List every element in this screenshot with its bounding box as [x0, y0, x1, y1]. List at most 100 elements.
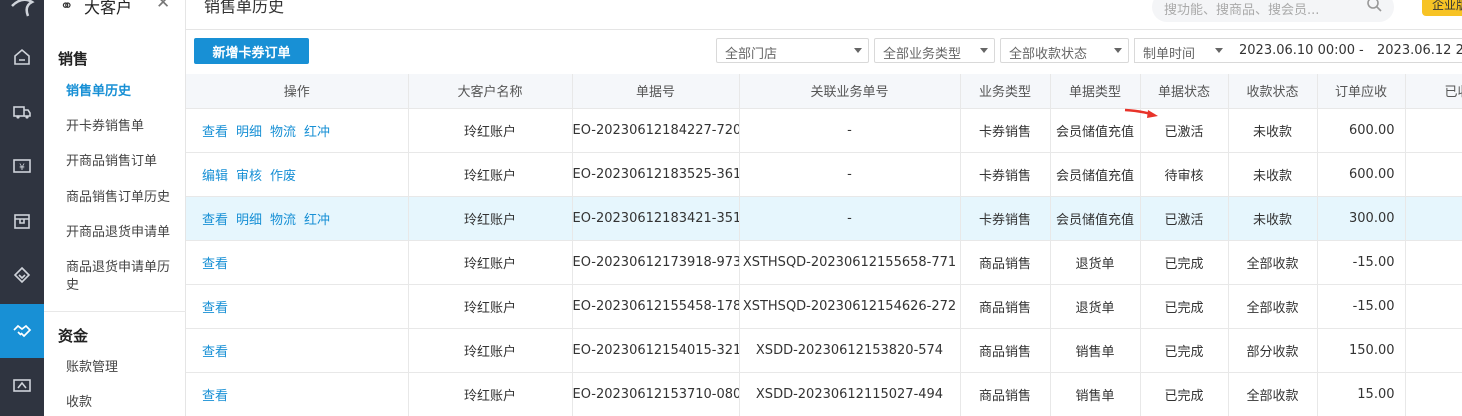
op-link[interactable]: 编辑: [202, 169, 228, 184]
table-row[interactable]: 查看 明细 物流 红冲 玲红账户 EO-20230612183421-351- 卡券销售 会员…: [186, 196, 1462, 241]
ticket-icon[interactable]: [0, 358, 44, 412]
page-title: 销售单历史: [204, 0, 285, 16]
cell-doc-no[interactable]: EO-20230612155458-178: [572, 284, 740, 329]
cell-received: 0.00: [1405, 152, 1462, 197]
cell-receivable: 150.00: [1317, 328, 1406, 373]
sidebar-item-sales-history[interactable]: 销售单历史: [66, 83, 178, 101]
biz-type-select[interactable]: 全部业务类型: [874, 38, 995, 63]
sidebar-item-card-sales[interactable]: 开卡券销售单: [66, 118, 178, 136]
date-from[interactable]: 2023.06.10 00:00: [1239, 43, 1355, 58]
col-header-receivable: 订单应收: [1317, 74, 1406, 109]
cell-doc-no[interactable]: EO-20230612183525-361: [572, 152, 740, 197]
sidebar-item-return-history[interactable]: 商品退货申请单历史: [66, 259, 178, 295]
close-icon[interactable]: ✕: [156, 0, 170, 13]
cell-collect: 未收款: [1228, 152, 1318, 197]
col-header-doc-no[interactable]: 单据号: [572, 74, 740, 109]
op-link[interactable]: 物流: [270, 213, 296, 228]
cell-related: XSTHSQD-20230612155658-771: [739, 240, 961, 285]
cell-doc-no[interactable]: EO-20230612184227-720: [572, 108, 740, 153]
op-link[interactable]: 红冲: [304, 125, 330, 140]
col-header-customer: 大客户名称: [408, 74, 573, 109]
op-link[interactable]: 查看: [202, 125, 228, 140]
table-row[interactable]: 编辑 审核 作废 玲红账户 EO-20230612183525-361- 卡券销售 会员储值…: [186, 152, 1462, 197]
cell-biz-type: 商品销售: [960, 372, 1051, 416]
date-range-picker[interactable]: 制单时间 2023.06.10 00:00 - 2023.06.12 23:59: [1134, 38, 1462, 63]
cell-receivable: 600.00: [1317, 152, 1406, 197]
store-select[interactable]: 全部门店: [716, 38, 869, 63]
sidebar-title: 大客户: [84, 0, 133, 17]
diamond-icon[interactable]: [0, 248, 44, 302]
cell-customer: 玲红账户: [408, 152, 573, 197]
handshake-icon: ⚭: [60, 0, 74, 15]
date-separator: -: [1359, 43, 1364, 58]
cell-doc-no[interactable]: EO-20230612173918-973: [572, 240, 740, 285]
home-icon[interactable]: [0, 30, 44, 84]
search-icon[interactable]: [1366, 0, 1382, 12]
cash-icon[interactable]: ¥: [0, 139, 44, 193]
date-type-label[interactable]: 制单时间: [1143, 43, 1195, 62]
cell-status: 已完成: [1140, 328, 1229, 373]
table-row[interactable]: 查看 玲红账户 EO-20230612173918-973 XSTHSQD-20230…: [186, 240, 1462, 285]
op-link[interactable]: 查看: [202, 301, 228, 316]
cell-biz-type: 卡券销售: [960, 108, 1051, 153]
cell-received: 0.00: [1405, 108, 1462, 153]
table-row[interactable]: 查看 玲红账户 EO-20230612153710-080 XSDD-20230612…: [186, 372, 1462, 416]
cell-ops: 编辑 审核 作废: [186, 152, 409, 197]
cell-related: XSTHSQD-20230612154626-272: [739, 284, 961, 329]
table-row[interactable]: 查看 玲红账户 EO-20230612154015-321 XSDD-20230612…: [186, 328, 1462, 373]
table-header-row: 操作 大客户名称 单据号 关联业务单号 业务类型 单据类型 单据状态 收款状态 …: [186, 74, 1462, 109]
table-row[interactable]: 查看 明细 物流 红冲 玲红账户 EO-20230612184227-720- 卡券销售 会员…: [186, 108, 1462, 153]
op-link[interactable]: 明细: [236, 125, 262, 140]
collect-status-select[interactable]: 全部收款状态: [1000, 38, 1129, 63]
sidebar-group-funds: 资金: [58, 327, 89, 345]
table-row[interactable]: 查看 玲红账户 EO-20230612155458-178 XSTHSQD-20230…: [186, 284, 1462, 329]
op-link[interactable]: 查看: [202, 257, 228, 272]
cell-received: -15.00: [1405, 284, 1462, 329]
sidebar-item-collect[interactable]: 收款: [66, 394, 178, 412]
cell-collect: 全部收款: [1228, 372, 1318, 416]
chevron-down-icon: [854, 48, 862, 53]
op-link[interactable]: 审核: [236, 169, 262, 184]
enterprise-label: 企业版: [1432, 0, 1462, 12]
cell-status: 已完成: [1140, 372, 1229, 416]
cell-customer: 玲红账户: [408, 372, 573, 416]
cell-biz-type: 商品销售: [960, 284, 1051, 329]
op-link[interactable]: 明细: [236, 213, 262, 228]
handshake-icon[interactable]: [0, 304, 44, 358]
red-arrow-annotation: [1124, 108, 1158, 118]
sidebar-item-return-request[interactable]: 开商品退货申请单: [66, 224, 178, 242]
cell-doc-type: 退货单: [1050, 284, 1141, 329]
search-input[interactable]: 搜功能、搜商品、搜会员...: [1152, 0, 1394, 22]
cell-receivable: -15.00: [1317, 240, 1406, 285]
op-link[interactable]: 红冲: [304, 213, 330, 228]
chevron-down-icon: [1215, 48, 1223, 53]
op-link[interactable]: 查看: [202, 345, 228, 360]
sidebar-item-goods-order-history[interactable]: 商品销售订单历史: [66, 189, 178, 207]
op-link[interactable]: 作废: [270, 169, 296, 184]
cell-related: -: [739, 152, 961, 197]
cell-received: 15.00: [1405, 372, 1462, 416]
cell-biz-type: 商品销售: [960, 328, 1051, 373]
cell-ops: 查看 明细 物流 红冲: [186, 108, 409, 153]
cell-customer: 玲红账户: [408, 284, 573, 329]
new-card-order-button[interactable]: 新增卡券订单: [194, 38, 309, 64]
date-to[interactable]: 2023.06.12 23:59: [1377, 43, 1462, 58]
cell-ops: 查看: [186, 328, 409, 373]
enterprise-badge[interactable]: 企业版: [1422, 0, 1462, 16]
cell-doc-no[interactable]: EO-20230612183421-351: [572, 196, 740, 241]
store-select-value: 全部门店: [725, 47, 778, 62]
truck-icon[interactable]: [0, 85, 44, 139]
sidebar-item-goods-order[interactable]: 开商品销售订单: [66, 153, 178, 171]
cell-doc-no[interactable]: EO-20230612153710-080: [572, 372, 740, 416]
cell-doc-no[interactable]: EO-20230612154015-321: [572, 328, 740, 373]
cell-doc-type: 退货单: [1050, 240, 1141, 285]
sidebar-item-accounts[interactable]: 账款管理: [66, 359, 178, 377]
op-link[interactable]: 查看: [202, 389, 228, 404]
filter-bar: 新增卡券订单 全部门店 全部业务类型 全部收款状态 制单时间 2023.06.1…: [186, 30, 1462, 74]
top-bar: 销售单历史 搜功能、搜商品、搜会员... 企业版: [186, 0, 1462, 30]
cell-collect: 全部收款: [1228, 240, 1318, 285]
box-icon[interactable]: [0, 194, 44, 248]
col-header-collect: 收款状态: [1228, 74, 1318, 109]
op-link[interactable]: 查看: [202, 213, 228, 228]
op-link[interactable]: 物流: [270, 125, 296, 140]
